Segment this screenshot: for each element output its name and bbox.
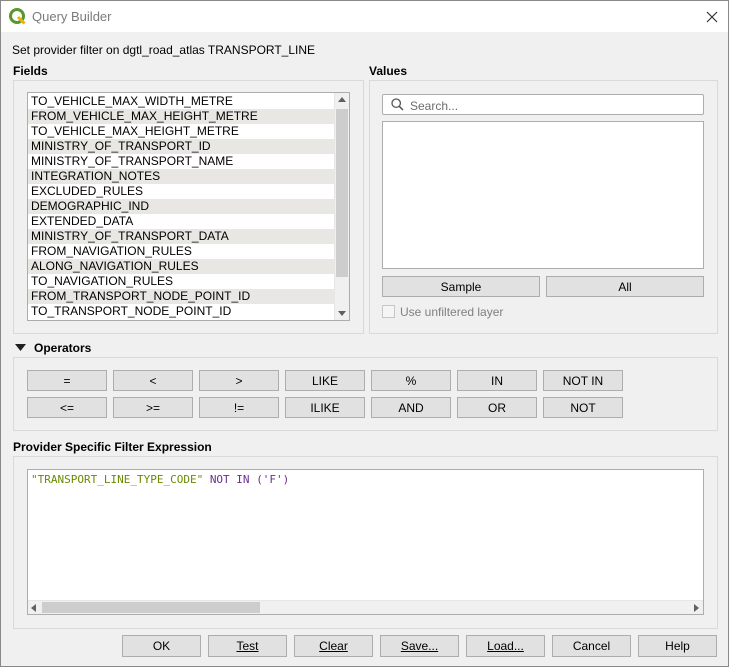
cancel-button[interactable]: Cancel bbox=[552, 635, 631, 657]
operator-button[interactable]: != bbox=[199, 397, 279, 418]
test-button[interactable]: Test bbox=[208, 635, 287, 657]
expression-title: Provider Specific Filter Expression bbox=[13, 440, 212, 454]
ok-button[interactable]: OK bbox=[122, 635, 201, 657]
field-list-item[interactable]: FROM_VEHICLE_MAX_HEIGHT_METRE bbox=[28, 109, 334, 124]
field-list-item[interactable]: TO_TRANSPORT_NODE_POINT_ID bbox=[28, 304, 334, 319]
operator-button[interactable]: LIKE bbox=[285, 370, 365, 391]
operator-button[interactable]: >= bbox=[113, 397, 193, 418]
fields-scrollbar[interactable] bbox=[334, 93, 349, 320]
search-icon bbox=[391, 98, 404, 111]
search-placeholder: Search... bbox=[410, 99, 459, 113]
scroll-down-arrow-icon[interactable] bbox=[338, 311, 346, 316]
values-search-input[interactable]: Search... bbox=[382, 94, 704, 115]
fields-scroll-thumb[interactable] bbox=[336, 109, 348, 277]
unfiltered-checkbox[interactable] bbox=[382, 305, 395, 318]
operator-button[interactable]: OR bbox=[457, 397, 537, 418]
values-title: Values bbox=[369, 64, 408, 78]
all-button-label: All bbox=[618, 279, 632, 294]
scroll-right-arrow-icon[interactable] bbox=[694, 604, 700, 612]
close-icon bbox=[706, 11, 718, 22]
expression-field-token: "TRANSPORT_LINE_TYPE_CODE" bbox=[31, 473, 204, 486]
operator-button[interactable]: NOT IN bbox=[543, 370, 623, 391]
clear-button-label: Clear bbox=[319, 639, 348, 653]
scroll-left-arrow-icon[interactable] bbox=[31, 604, 37, 612]
save-button-label: Save... bbox=[400, 639, 439, 653]
fields-title: Fields bbox=[13, 64, 48, 78]
operators-title: Operators bbox=[34, 341, 92, 355]
field-list-item[interactable]: MINISTRY_OF_TRANSPORT_NAME bbox=[28, 154, 334, 169]
clear-button[interactable]: Clear bbox=[294, 635, 373, 657]
operator-button[interactable]: NOT bbox=[543, 397, 623, 418]
sample-button[interactable]: Sample bbox=[382, 276, 540, 297]
field-list-item[interactable]: EXTENDED_DATA bbox=[28, 214, 334, 229]
triangle-down-icon[interactable] bbox=[15, 344, 26, 352]
operator-button[interactable]: = bbox=[27, 370, 107, 391]
operator-button[interactable]: < bbox=[113, 370, 193, 391]
expression-hscrollbar[interactable] bbox=[28, 600, 703, 614]
qgis-icon bbox=[9, 8, 26, 25]
test-button-label: Test bbox=[236, 639, 259, 653]
operator-button[interactable]: AND bbox=[371, 397, 451, 418]
operator-button[interactable]: <= bbox=[27, 397, 107, 418]
operator-button[interactable]: > bbox=[199, 370, 279, 391]
sample-button-label: Sample bbox=[440, 279, 482, 294]
field-list-item[interactable]: DEMOGRAPHIC_IND bbox=[28, 199, 334, 214]
title-bar: Query Builder bbox=[1, 1, 728, 32]
query-builder-dialog: Query Builder Set provider filter on dgt… bbox=[0, 0, 729, 667]
cancel-button-label: Cancel bbox=[572, 639, 611, 653]
values-list[interactable] bbox=[382, 121, 704, 269]
field-list-item[interactable]: TO_VEHICLE_MAX_WIDTH_METRE bbox=[28, 94, 334, 109]
expression-text: "TRANSPORT_LINE_TYPE_CODE" NOT IN ('F') bbox=[31, 473, 289, 486]
operator-button[interactable]: ILIKE bbox=[285, 397, 365, 418]
field-list-item[interactable]: TO_VEHICLE_MAX_HEIGHT_METRE bbox=[28, 124, 334, 139]
help-button[interactable]: Help bbox=[638, 635, 717, 657]
window-title: Query Builder bbox=[32, 9, 112, 24]
field-list-item[interactable]: ALONG_NAVIGATION_RULES bbox=[28, 259, 334, 274]
help-button-label: Help bbox=[665, 639, 690, 653]
field-list-item[interactable]: FROM_NAVIGATION_RULES bbox=[28, 244, 334, 259]
field-list-item[interactable]: FROM_TRANSPORT_NODE_POINT_ID bbox=[28, 289, 334, 304]
all-button[interactable]: All bbox=[546, 276, 704, 297]
field-list-item[interactable]: TO_NAVIGATION_RULES bbox=[28, 274, 334, 289]
fields-rows: TO_VEHICLE_MAX_WIDTH_METRE FROM_VEHICLE_M… bbox=[28, 94, 334, 319]
provider-filter-label: Set provider filter on dgtl_road_atlas T… bbox=[12, 43, 316, 57]
close-button[interactable] bbox=[696, 1, 728, 32]
field-list-item[interactable]: EXCLUDED_RULES bbox=[28, 184, 334, 199]
field-list-item[interactable]: MINISTRY_OF_TRANSPORT_DATA bbox=[28, 229, 334, 244]
operators-group bbox=[13, 357, 718, 431]
load-button-label: Load... bbox=[487, 639, 524, 653]
field-list-item[interactable]: MINISTRY_OF_TRANSPORT_ID bbox=[28, 139, 334, 154]
fields-list[interactable]: TO_VEHICLE_MAX_WIDTH_METRE FROM_VEHICLE_M… bbox=[27, 92, 350, 321]
scroll-up-arrow-icon[interactable] bbox=[338, 97, 346, 102]
expression-value-token: ('F') bbox=[256, 473, 290, 486]
operator-button[interactable]: IN bbox=[457, 370, 537, 391]
expression-editor[interactable]: "TRANSPORT_LINE_TYPE_CODE" NOT IN ('F') bbox=[27, 469, 704, 615]
ok-button-label: OK bbox=[152, 639, 171, 653]
save-button[interactable]: Save... bbox=[380, 635, 459, 657]
expression-hscroll-thumb[interactable] bbox=[42, 602, 260, 613]
unfiltered-label: Use unfiltered layer bbox=[400, 305, 504, 319]
load-button[interactable]: Load... bbox=[466, 635, 545, 657]
expression-operator-token: NOT IN bbox=[209, 473, 250, 486]
field-list-item[interactable]: INTEGRATION_NOTES bbox=[28, 169, 334, 184]
operator-button[interactable]: % bbox=[371, 370, 451, 391]
